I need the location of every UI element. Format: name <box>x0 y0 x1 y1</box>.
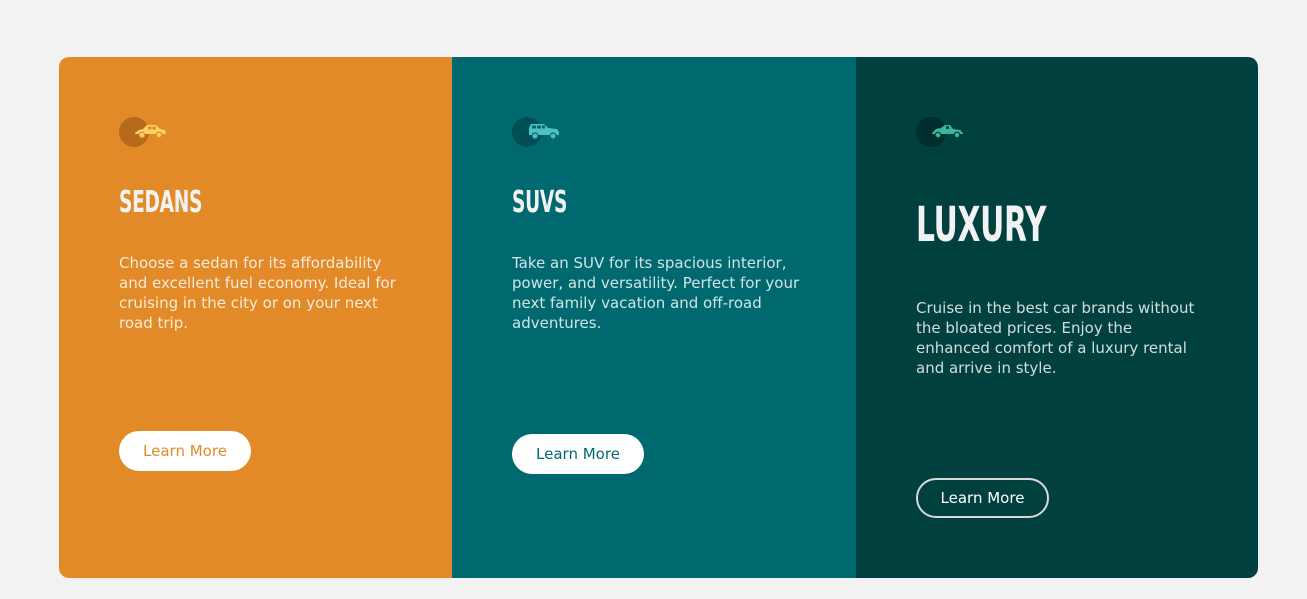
card-title: SEDANS <box>119 185 203 220</box>
suv-car-icon <box>512 117 562 147</box>
card-suvs: SUVS Take an SUV for its spacious interi… <box>452 57 856 578</box>
card-title: SUVS <box>512 185 568 220</box>
card-title: LUXURY <box>916 197 1047 253</box>
luxury-car-icon <box>916 117 966 147</box>
car-category-cards: SEDANS Choose a sedan for its affordabil… <box>59 57 1258 578</box>
card-description: Choose a sedan for its affordability and… <box>119 254 396 332</box>
sedan-car-icon <box>119 117 169 147</box>
luxury-car-shape <box>932 125 963 139</box>
learn-more-button[interactable]: Learn More <box>916 478 1049 518</box>
learn-more-button[interactable]: Learn More <box>512 434 644 474</box>
suv-car-shape <box>529 124 559 140</box>
card-description: Cruise in the best car brands without th… <box>916 299 1195 377</box>
learn-more-button[interactable]: Learn More <box>119 431 251 471</box>
card-luxury: LUXURY Cruise in the best car brands wit… <box>856 57 1258 578</box>
card-sedans: SEDANS Choose a sedan for its affordabil… <box>59 57 452 578</box>
card-description: Take an SUV for its spacious interior, p… <box>512 254 800 332</box>
sedan-car-shape <box>135 125 166 139</box>
